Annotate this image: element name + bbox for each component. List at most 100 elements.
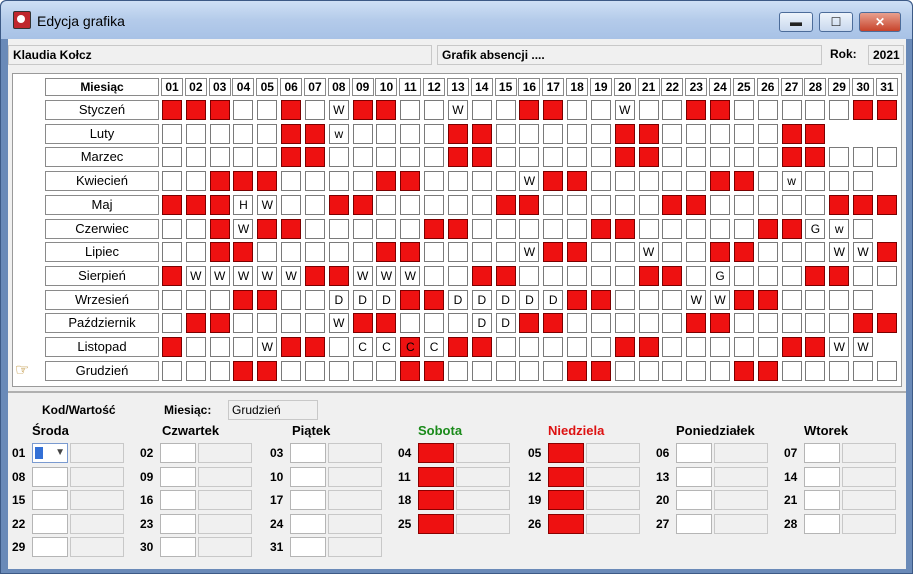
- day-cell[interactable]: [543, 123, 564, 144]
- day-cell[interactable]: [424, 147, 445, 168]
- day-cell[interactable]: [829, 100, 850, 120]
- day-cell[interactable]: [471, 100, 492, 120]
- day-cell[interactable]: C: [400, 337, 421, 357]
- day-cell[interactable]: [590, 289, 611, 310]
- day-cell[interactable]: w: [829, 218, 850, 239]
- day-cell[interactable]: [424, 171, 445, 192]
- day-cell[interactable]: W: [829, 242, 850, 263]
- code-field[interactable]: [290, 537, 326, 557]
- day-cell[interactable]: [662, 360, 683, 381]
- day-cell[interactable]: [447, 242, 468, 263]
- day-cell[interactable]: [805, 123, 826, 144]
- day-cell[interactable]: C: [352, 337, 373, 357]
- day-cell[interactable]: C: [424, 337, 445, 357]
- code-field[interactable]: [290, 466, 326, 487]
- day-cell[interactable]: [376, 147, 397, 168]
- day-cell[interactable]: [233, 242, 254, 263]
- day-cell[interactable]: [304, 123, 325, 144]
- day-cell[interactable]: [471, 147, 492, 168]
- day-cell[interactable]: [328, 265, 349, 286]
- day-cell[interactable]: [233, 171, 254, 192]
- day-cell[interactable]: D: [543, 289, 564, 310]
- day-cell[interactable]: W: [638, 242, 659, 263]
- day-cell[interactable]: [233, 147, 254, 168]
- day-cell[interactable]: [185, 218, 206, 239]
- day-cell[interactable]: [185, 289, 206, 310]
- day-cell[interactable]: [876, 100, 897, 120]
- day-cell[interactable]: [447, 337, 468, 357]
- day-cell[interactable]: [185, 337, 206, 357]
- day-cell[interactable]: D: [376, 289, 397, 310]
- day-cell[interactable]: [590, 218, 611, 239]
- day-cell[interactable]: [400, 147, 421, 168]
- day-cell[interactable]: [519, 337, 540, 357]
- month-label-12[interactable]: Grudzień: [45, 360, 159, 381]
- day-cell[interactable]: [328, 337, 349, 357]
- month-label-4[interactable]: Kwiecień: [45, 171, 159, 192]
- day-cell[interactable]: [400, 100, 421, 120]
- day-cell[interactable]: [400, 194, 421, 215]
- code-field[interactable]: [160, 466, 196, 487]
- day-cell[interactable]: D: [471, 313, 492, 334]
- day-cell[interactable]: [162, 360, 182, 381]
- code-field[interactable]: [32, 513, 68, 534]
- day-cell[interactable]: [424, 289, 445, 310]
- day-cell[interactable]: [543, 171, 564, 192]
- day-cell[interactable]: [376, 123, 397, 144]
- day-cell[interactable]: [495, 100, 516, 120]
- day-cell[interactable]: [733, 147, 754, 168]
- day-cell[interactable]: [185, 313, 206, 334]
- day-cell[interactable]: [710, 147, 731, 168]
- day-cell[interactable]: [638, 337, 659, 357]
- day-cell[interactable]: [662, 123, 683, 144]
- day-cell[interactable]: [829, 313, 850, 334]
- day-cell[interactable]: [614, 360, 635, 381]
- day-cell[interactable]: W: [328, 100, 349, 120]
- day-cell[interactable]: [304, 100, 325, 120]
- day-cell[interactable]: [471, 194, 492, 215]
- day-cell[interactable]: [328, 242, 349, 263]
- day-cell[interactable]: [447, 218, 468, 239]
- day-cell[interactable]: [162, 242, 182, 263]
- day-cell[interactable]: [662, 337, 683, 357]
- code-field[interactable]: [160, 490, 196, 510]
- day-cell[interactable]: [829, 194, 850, 215]
- day-cell[interactable]: [447, 265, 468, 286]
- title-bar[interactable]: Edycja grafika ▬ ☐ ✕: [1, 1, 912, 39]
- day-cell[interactable]: [471, 242, 492, 263]
- day-cell[interactable]: [757, 265, 778, 286]
- day-cell[interactable]: C: [376, 337, 397, 357]
- day-cell[interactable]: [209, 337, 230, 357]
- day-cell[interactable]: D: [495, 313, 516, 334]
- day-cell[interactable]: [757, 289, 778, 310]
- day-cell[interactable]: [590, 265, 611, 286]
- day-cell[interactable]: [304, 313, 325, 334]
- day-cell[interactable]: [162, 337, 182, 357]
- day-cell[interactable]: [447, 194, 468, 215]
- day-cell[interactable]: [185, 360, 206, 381]
- day-cell[interactable]: [376, 313, 397, 334]
- day-cell[interactable]: D: [471, 289, 492, 310]
- day-cell[interactable]: W: [710, 289, 731, 310]
- day-cell[interactable]: [686, 194, 707, 215]
- day-cell[interactable]: W: [400, 265, 421, 286]
- day-cell[interactable]: [686, 242, 707, 263]
- day-cell[interactable]: W: [686, 289, 707, 310]
- day-cell[interactable]: [328, 194, 349, 215]
- day-cell[interactable]: [209, 242, 230, 263]
- day-cell[interactable]: [281, 123, 302, 144]
- day-cell[interactable]: [590, 360, 611, 381]
- day-cell[interactable]: [400, 123, 421, 144]
- month-label-9[interactable]: Wrzesień: [45, 289, 159, 310]
- day-cell[interactable]: [233, 100, 254, 120]
- day-cell[interactable]: [185, 147, 206, 168]
- code-field[interactable]: [804, 490, 840, 510]
- code-field[interactable]: [32, 490, 68, 510]
- day-cell[interactable]: [281, 100, 302, 120]
- day-cell[interactable]: [376, 360, 397, 381]
- day-cell[interactable]: [471, 171, 492, 192]
- code-field[interactable]: [804, 466, 840, 487]
- month-label-6[interactable]: Czerwiec: [45, 218, 159, 239]
- day-cell[interactable]: [829, 147, 850, 168]
- day-cell[interactable]: [614, 218, 635, 239]
